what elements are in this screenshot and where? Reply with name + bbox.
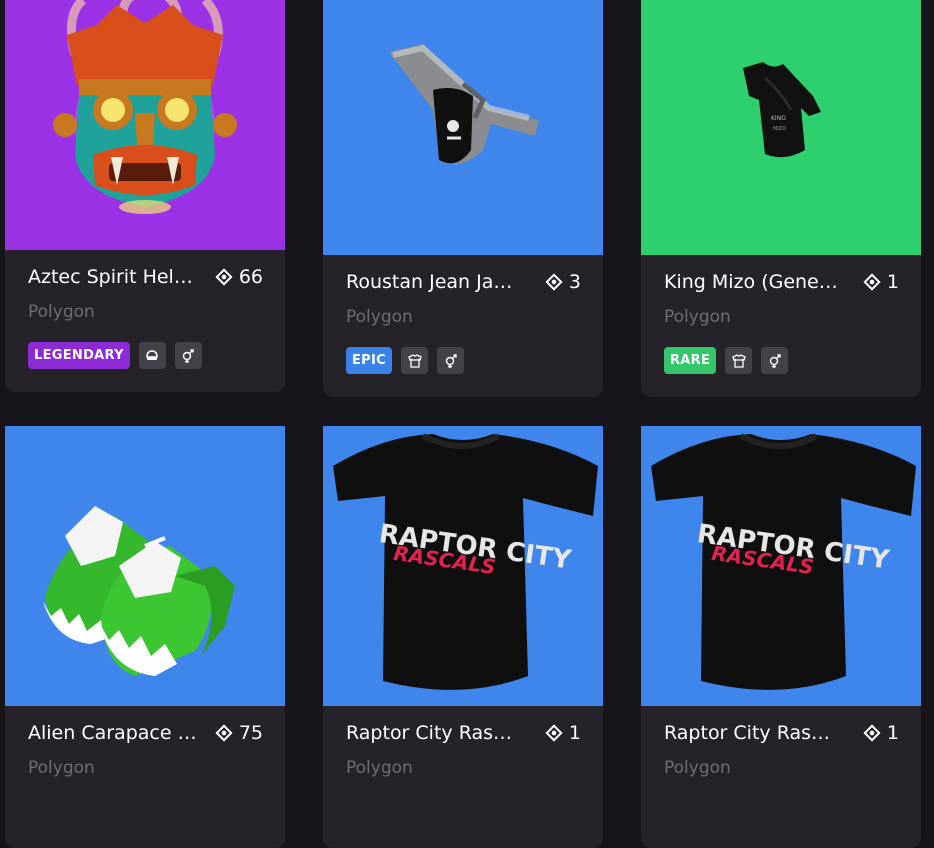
item-network: Polygon (28, 758, 95, 778)
item-thumbnail[interactable] (5, 426, 285, 706)
item-network: Polygon (346, 758, 413, 778)
item-network: Polygon (346, 307, 413, 327)
item-info: Alien Carapace Shoes 75 Polygon (5, 706, 285, 848)
item-info: Raptor City Rascals 1 Polygon (641, 706, 921, 848)
tshirt-image: RAPTOR CITY RASCALS (651, 433, 916, 690)
unisex-icon (445, 353, 457, 368)
mana-diamond-icon (545, 724, 563, 742)
item-info: Aztec Spirit Helmet 66 Polygon LEGENDARY (5, 250, 285, 392)
unisex-tag (761, 347, 789, 374)
item-name[interactable]: Roustan Jean Jacket (346, 271, 521, 293)
item-network: Polygon (28, 302, 95, 322)
rarity-badge: EPIC (346, 347, 392, 374)
item-tags: EPIC (346, 347, 464, 374)
item-price-value: 66 (238, 266, 263, 288)
item-info: Raptor City Rascals 1 Polygon (323, 706, 603, 848)
item-price-value: 75 (238, 722, 263, 744)
item-price-value: 1 (568, 722, 581, 744)
item-info: Roustan Jean Jacket 3 Polygon EPIC (323, 255, 603, 397)
upper-body-category-tag (725, 347, 753, 374)
helmet-icon (146, 349, 159, 360)
item-card[interactable]: Aztec Spirit Helmet 66 Polygon LEGENDARY (5, 0, 285, 392)
jacket-image (389, 44, 539, 165)
rarity-badge: LEGENDARY (28, 342, 130, 369)
mana-diamond-icon (863, 724, 881, 742)
tshirt-image: RAPTOR CITY RASCALS (333, 433, 598, 690)
item-thumbnail[interactable]: KING MIZO (641, 0, 921, 255)
rarity-badge: RARE (664, 347, 717, 374)
item-network: Polygon (664, 758, 731, 778)
unisex-icon (769, 353, 781, 368)
item-card[interactable]: KING MIZO King Mizo (Genesis) 1 Polygon … (641, 0, 921, 397)
item-info: King Mizo (Genesis) 1 Polygon RARE (641, 255, 921, 397)
item-tags: RARE (664, 347, 789, 374)
item-name[interactable]: Raptor City Rascals (346, 722, 521, 744)
upper-body-category-tag (401, 347, 428, 374)
unisex-tag (174, 342, 202, 369)
unisex-tag (437, 347, 464, 374)
svg-text:MIZO: MIZO (773, 126, 786, 132)
item-price-value: 1 (886, 271, 899, 293)
mana-diamond-icon (215, 268, 233, 286)
item-price: 75 (215, 722, 263, 744)
upper-body-icon (731, 353, 746, 368)
unisex-icon (183, 348, 195, 363)
item-name[interactable]: Raptor City Rascals (664, 722, 839, 744)
item-tags: LEGENDARY (28, 342, 202, 369)
mana-diamond-icon (863, 273, 881, 291)
mana-diamond-icon (545, 273, 563, 291)
mana-diamond-icon (215, 724, 233, 742)
item-price-value: 1 (886, 722, 899, 744)
item-name[interactable]: Aztec Spirit Helmet (28, 266, 203, 288)
helmet-image (53, 0, 237, 214)
shirt-image: KING MIZO (743, 62, 821, 158)
item-thumbnail[interactable]: RAPTOR CITY RASCALS (323, 426, 603, 706)
item-network: Polygon (664, 307, 731, 327)
svg-text:KING: KING (771, 115, 786, 122)
upper-body-icon (407, 353, 422, 368)
item-name[interactable]: Alien Carapace Shoes (28, 722, 203, 744)
shoes-image (43, 506, 235, 676)
item-card[interactable]: Roustan Jean Jacket 3 Polygon EPIC (323, 0, 603, 397)
helmet-category-tag (138, 342, 166, 369)
item-price: 1 (545, 722, 581, 744)
item-price: 3 (545, 271, 581, 293)
item-price: 1 (863, 722, 899, 744)
item-thumbnail[interactable] (5, 0, 285, 250)
item-name[interactable]: King Mizo (Genesis) (664, 271, 839, 293)
item-thumbnail[interactable] (323, 0, 603, 255)
item-price-value: 3 (568, 271, 581, 293)
item-price: 1 (863, 271, 899, 293)
item-price: 66 (215, 266, 263, 288)
item-thumbnail[interactable]: RAPTOR CITY RASCALS (641, 426, 921, 706)
